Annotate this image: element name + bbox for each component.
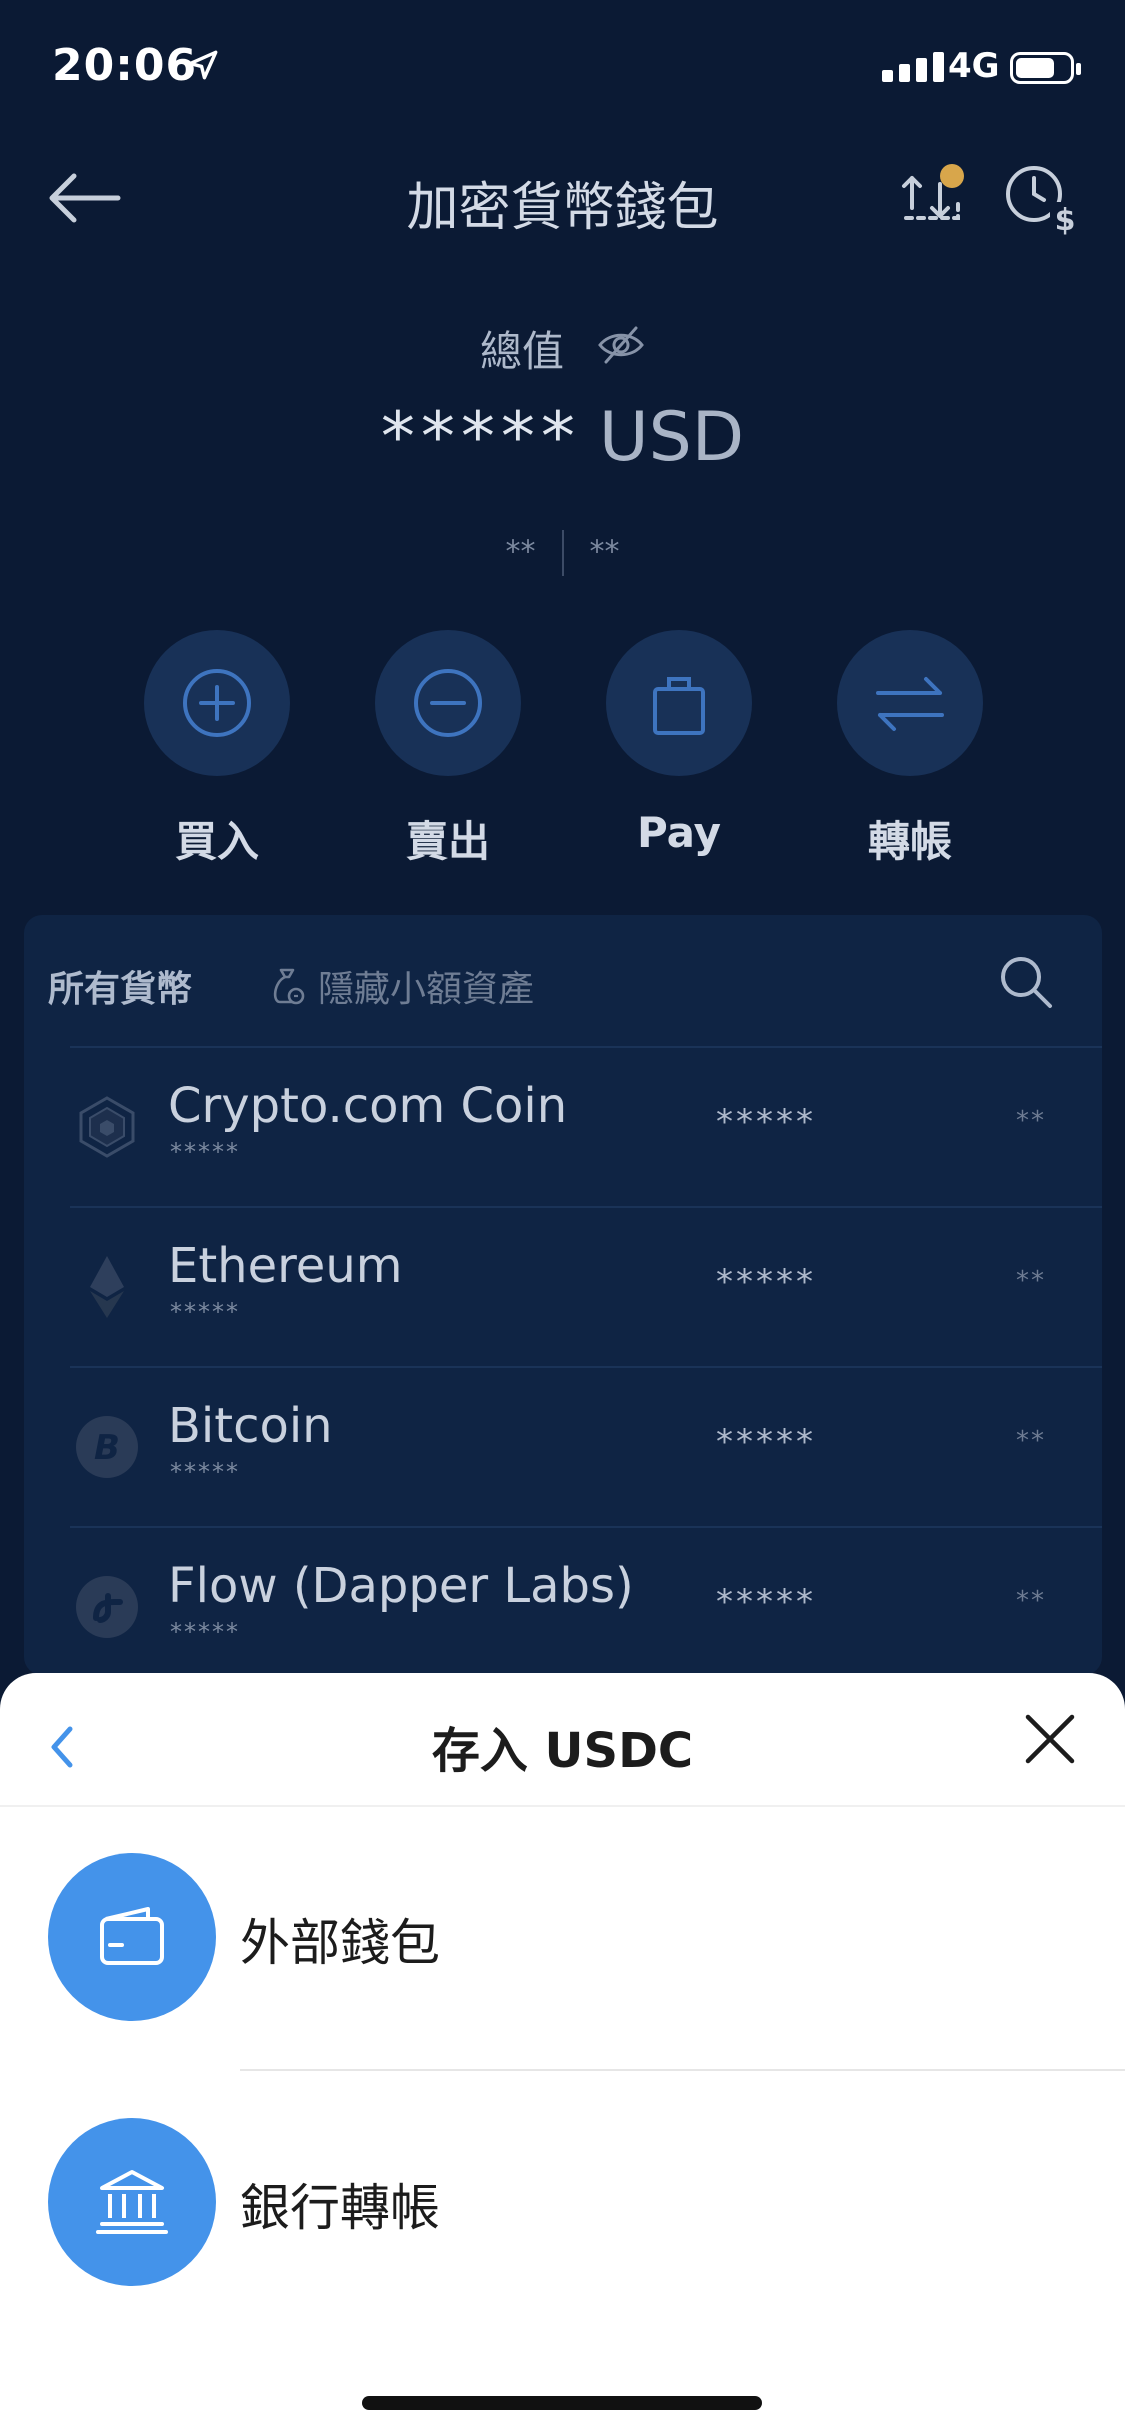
currency-row-flow[interactable]: Flow (Dapper Labs) ***** ***** **: [70, 1526, 1102, 1688]
currency-amount: *****: [716, 1422, 816, 1462]
hide-eye-icon[interactable]: [596, 320, 646, 370]
sheet-divider: [0, 1805, 1125, 1807]
status-bar: 20:06 4G: [0, 0, 1125, 140]
option-label: 外部錢包: [240, 1914, 440, 1972]
currency-row-cro[interactable]: Crypto.com Coin ***** ***** **: [70, 1046, 1102, 1208]
app-screen: 20:06 4G 加密貨幣錢包 $ 總值 ***** USD ** ** 買入 …: [0, 0, 1125, 2436]
flow-icon: [76, 1576, 138, 1638]
hide-small-assets-label: 隱藏小額資產: [318, 969, 535, 1010]
option-bank-transfer[interactable]: 銀行轉帳: [0, 2118, 1125, 2348]
currency-name: Flow (Dapper Labs): [168, 1558, 634, 1614]
home-indicator[interactable]: [362, 2396, 762, 2410]
pay-label: Pay: [636, 808, 722, 857]
sell-button[interactable]: 賣出: [375, 630, 521, 869]
total-balance: ***** USD: [0, 398, 1125, 477]
currency-change: **: [1016, 1426, 1046, 1456]
location-arrow-icon: [188, 50, 218, 80]
currency-change: **: [1016, 1106, 1046, 1136]
currency-change: **: [1016, 1266, 1046, 1296]
buy-button[interactable]: 買入: [144, 630, 290, 869]
currency-name: Crypto.com Coin: [168, 1078, 568, 1134]
currency-name: Ethereum: [168, 1238, 403, 1294]
wallet-icon: [100, 1907, 164, 1965]
clock-dollar-icon[interactable]: $: [1002, 160, 1082, 236]
transfer-arrows-icon: [876, 677, 944, 731]
change-right: **: [589, 534, 620, 570]
currency-row-eth[interactable]: Ethereum ***** ***** **: [70, 1206, 1102, 1368]
currency-amount: *****: [716, 1262, 816, 1302]
transfer-label: 轉帳: [867, 817, 952, 866]
shopping-bag-icon: [653, 677, 705, 735]
currency-sub: *****: [170, 1458, 240, 1486]
sheet-title: 存入 USDC: [431, 1723, 694, 1779]
currency-sub: *****: [170, 1138, 240, 1166]
deposit-sheet: 存入 USDC 外部錢包 銀行轉帳: [0, 1673, 1125, 2436]
transfer-button[interactable]: 轉帳: [837, 630, 983, 869]
balance-change: ** **: [0, 530, 1125, 576]
balance-label: 總值: [480, 327, 565, 376]
option-label: 銀行轉帳: [240, 2179, 440, 2237]
change-left: **: [505, 534, 536, 570]
bitcoin-icon: B: [76, 1416, 138, 1478]
currency-amount: *****: [716, 1102, 816, 1142]
currency-amount: *****: [716, 1582, 816, 1622]
balance-currency: USD: [598, 398, 745, 477]
status-time: 20:06: [52, 40, 198, 91]
currency-name: Bitcoin: [168, 1398, 333, 1454]
currency-row-btc[interactable]: B Bitcoin ***** ***** **: [70, 1366, 1102, 1528]
minus-circle-icon: [414, 669, 482, 737]
currency-sub: *****: [170, 1618, 240, 1646]
currency-change: **: [1016, 1586, 1046, 1616]
notification-dot: [940, 164, 964, 188]
signal-icon: [882, 52, 944, 82]
money-bag-icon: [273, 968, 305, 1005]
option-external-wallet[interactable]: 外部錢包: [0, 1853, 1125, 2083]
ethereum-icon: [90, 1256, 124, 1318]
tab-all-currencies[interactable]: 所有貨幣: [48, 960, 192, 1012]
battery-icon: [1010, 52, 1081, 84]
search-icon[interactable]: [996, 952, 1056, 1012]
balance-value: *****: [380, 398, 581, 477]
network-type: 4G: [948, 46, 1000, 86]
close-icon[interactable]: [1022, 1711, 1078, 1767]
hide-small-assets-toggle[interactable]: 隱藏小額資產: [268, 960, 534, 1012]
svg-text:$: $: [1055, 203, 1076, 236]
currency-sub: *****: [170, 1298, 240, 1326]
sell-label: 賣出: [405, 817, 490, 866]
option-divider: [240, 2069, 1125, 2071]
buy-label: 買入: [174, 817, 259, 866]
pay-button[interactable]: Pay: [606, 630, 752, 857]
crypto-com-coin-icon: [79, 1096, 135, 1158]
plus-circle-icon: [183, 669, 251, 737]
svg-text:B: B: [94, 1428, 120, 1468]
bank-icon: [96, 2170, 168, 2234]
